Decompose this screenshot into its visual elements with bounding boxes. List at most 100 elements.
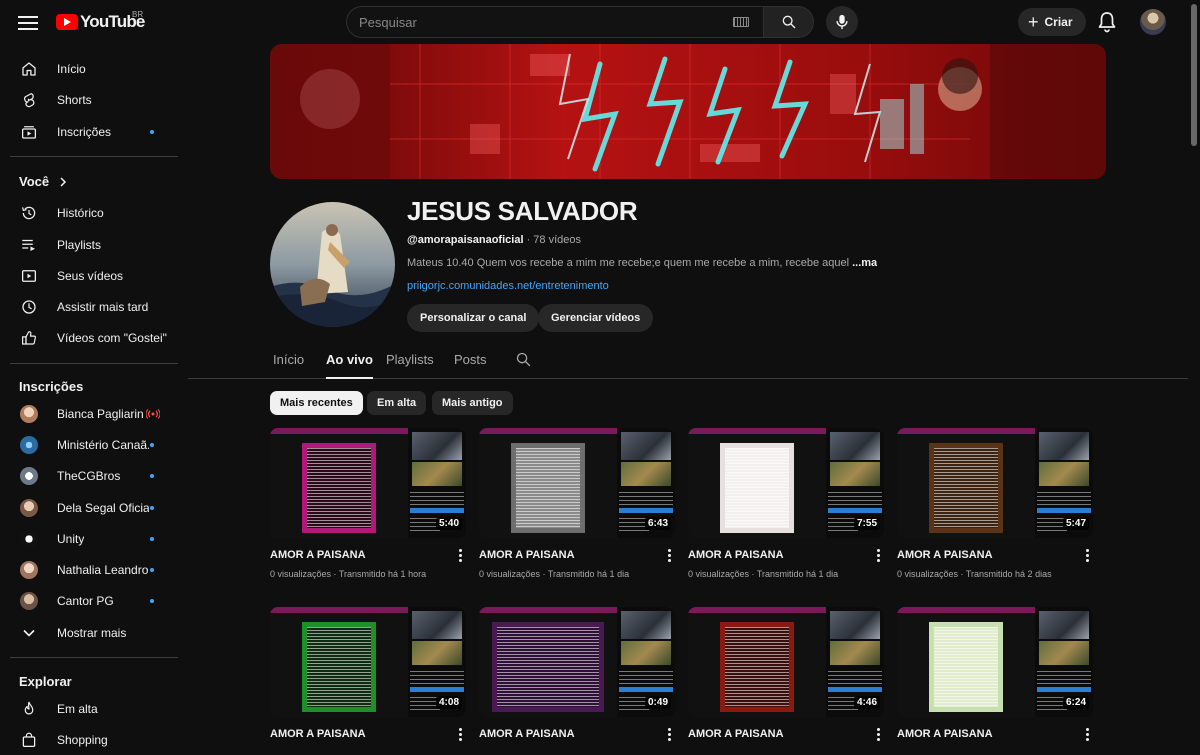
video-thumbnail[interactable]: 5:40: [270, 428, 466, 538]
more-actions-icon[interactable]: [456, 549, 464, 563]
more-actions-icon[interactable]: [874, 728, 882, 742]
create-button[interactable]: + Criar: [1018, 8, 1086, 36]
youtube-logo[interactable]: YouTube BR: [56, 10, 145, 32]
video-title[interactable]: AMOR A PAISANA: [270, 549, 366, 561]
tab-playlists[interactable]: Playlists: [386, 352, 434, 379]
scrollbar-thumb[interactable]: [1191, 4, 1197, 146]
menu-icon[interactable]: [16, 12, 40, 32]
channel-avatar-large[interactable]: [270, 202, 395, 327]
description-more-link[interactable]: ...mais: [852, 257, 877, 269]
sidebar-channel-thecgbros[interactable]: TheCGBros: [12, 460, 178, 491]
sidebar-channel-nathalia-leandro[interactable]: Nathalia Leandro: [12, 554, 178, 585]
tab-live[interactable]: Ao vivo: [326, 352, 373, 379]
sidebar-item-home[interactable]: Início: [12, 53, 178, 84]
sidebar-show-more[interactable]: Mostrar mais: [12, 617, 178, 648]
video-title[interactable]: AMOR A PAISANA: [688, 549, 784, 561]
video-title[interactable]: AMOR A PAISANA: [897, 728, 993, 740]
video-thumbnail[interactable]: 7:55: [688, 428, 884, 538]
home-icon: [19, 59, 39, 79]
video-thumbnail[interactable]: 6:43: [479, 428, 675, 538]
more-actions-icon[interactable]: [665, 728, 673, 742]
shorts-icon: [19, 90, 39, 110]
plus-icon: +: [1028, 12, 1039, 32]
notifications-bell-icon[interactable]: [1095, 10, 1119, 34]
video-card[interactable]: 6:24 AMOR A PAISANA: [897, 607, 1093, 741]
sidebar-item-subscriptions[interactable]: Inscrições: [12, 116, 178, 147]
sidebar-channel-dela-segal[interactable]: Dela Segal Oficial: [12, 492, 178, 523]
video-thumbnail[interactable]: 6:24: [897, 607, 1093, 717]
channel-avatar: [20, 560, 38, 579]
channel-external-link[interactable]: priigorjc.comunidades.net/entretenimento: [407, 280, 609, 292]
sidebar-item-liked-videos[interactable]: Vídeos com "Gostei": [12, 322, 178, 353]
channel-avatar: [20, 466, 38, 485]
account-avatar[interactable]: [1140, 9, 1166, 35]
sidebar-item-shorts[interactable]: Shorts: [12, 84, 178, 115]
voice-search-button[interactable]: [826, 6, 858, 38]
search-input[interactable]: [359, 14, 733, 30]
more-actions-icon[interactable]: [1083, 728, 1091, 742]
video-card[interactable]: 6:43 AMOR A PAISANA 0 visualizações · Tran…: [479, 428, 675, 579]
video-title[interactable]: AMOR A PAISANA: [688, 728, 784, 740]
video-thumbnail[interactable]: 4:08: [270, 607, 466, 717]
sidebar-channel-unity[interactable]: Unity: [12, 523, 178, 554]
more-actions-icon[interactable]: [1083, 549, 1091, 563]
video-title[interactable]: AMOR A PAISANA: [479, 728, 575, 740]
sidebar-you-header[interactable]: Você: [19, 174, 69, 189]
video-card[interactable]: 7:55 AMOR A PAISANA 0 visualizações · Tran…: [688, 428, 884, 579]
page-scrollbar[interactable]: [1188, 0, 1200, 750]
video-card[interactable]: 5:47 AMOR A PAISANA 0 visualizações · Tran…: [897, 428, 1093, 579]
channel-avatar: [20, 529, 38, 548]
sidebar-channel-bianca-pagliarin[interactable]: Bianca Pagliarin: [12, 398, 178, 429]
thumbnail-document: [511, 443, 585, 533]
customize-channel-button[interactable]: Personalizar o canal: [407, 304, 540, 332]
video-thumbnail[interactable]: 0:49: [479, 607, 675, 717]
sidebar-item-playlists[interactable]: Playlists: [12, 229, 178, 260]
chevron-right-icon: [60, 176, 67, 187]
manage-videos-button[interactable]: Gerenciar vídeos: [538, 304, 654, 332]
channel-avatar: [20, 404, 38, 423]
more-actions-icon[interactable]: [874, 549, 882, 563]
chip-oldest[interactable]: Mais antigo: [432, 391, 513, 415]
keyboard-icon[interactable]: [733, 17, 749, 27]
thumbnail-document: [929, 622, 1003, 712]
video-title[interactable]: AMOR A PAISANA: [479, 549, 575, 561]
sidebar-item-shopping[interactable]: Shopping: [12, 724, 178, 755]
video-duration: 6:24: [1062, 696, 1089, 709]
chip-popular[interactable]: Em alta: [367, 391, 427, 415]
video-duration: 5:47: [1062, 517, 1089, 530]
channel-name: Ministério Canaã...: [57, 437, 149, 452]
search-button[interactable]: [764, 6, 814, 38]
more-actions-icon[interactable]: [665, 549, 673, 563]
sidebar-subscriptions-header: Inscrições: [19, 379, 83, 394]
video-card[interactable]: 0:49 AMOR A PAISANA: [479, 607, 675, 741]
sidebar-channel-ministerio-canaa[interactable]: Ministério Canaã...: [12, 429, 178, 460]
video-card[interactable]: 4:08 AMOR A PAISANA: [270, 607, 466, 741]
more-actions-icon[interactable]: [456, 728, 464, 742]
subscriptions-header-label: Inscrições: [19, 379, 84, 394]
history-icon: [19, 203, 39, 223]
tab-posts[interactable]: Posts: [454, 352, 487, 379]
video-card[interactable]: 4:46 AMOR A PAISANA: [688, 607, 884, 741]
video-thumbnail[interactable]: 5:47: [897, 428, 1093, 538]
video-card[interactable]: 5:40 AMOR A PAISANA 0 visualizações · Tran…: [270, 428, 466, 579]
sidebar-item-label: Histórico: [57, 205, 104, 220]
sidebar-item-watch-later[interactable]: Assistir mais tarde: [12, 291, 178, 322]
channel-meta: @amorapaisanaoficial · 78 vídeos: [407, 234, 581, 246]
video-thumbnail[interactable]: 4:46: [688, 607, 884, 717]
video-duration: 4:46: [853, 696, 880, 709]
chip-most-recent[interactable]: Mais recentes: [270, 391, 363, 415]
video-meta: 0 visualizações · Transmitido há 1 dia: [479, 569, 630, 579]
thumbnail-document: [720, 443, 794, 533]
sidebar-item-your-videos[interactable]: Seus vídeos: [12, 260, 178, 291]
video-title[interactable]: AMOR A PAISANA: [270, 728, 366, 740]
channel-title: JESUS SALVADOR: [407, 196, 638, 226]
channel-description[interactable]: Mateus 10.40 Quem vos recebe a mim me re…: [407, 257, 877, 269]
channel-search-icon[interactable]: [515, 351, 532, 368]
video-title[interactable]: AMOR A PAISANA: [897, 549, 993, 561]
channel-avatar: [20, 591, 38, 610]
sidebar-channel-cantor-pg[interactable]: Cantor PG: [12, 585, 178, 616]
tab-home[interactable]: Início: [273, 352, 304, 379]
channel-avatar: [20, 435, 38, 454]
sidebar-item-trending[interactable]: Em alta: [12, 693, 178, 724]
sidebar-item-history[interactable]: Histórico: [12, 197, 178, 228]
